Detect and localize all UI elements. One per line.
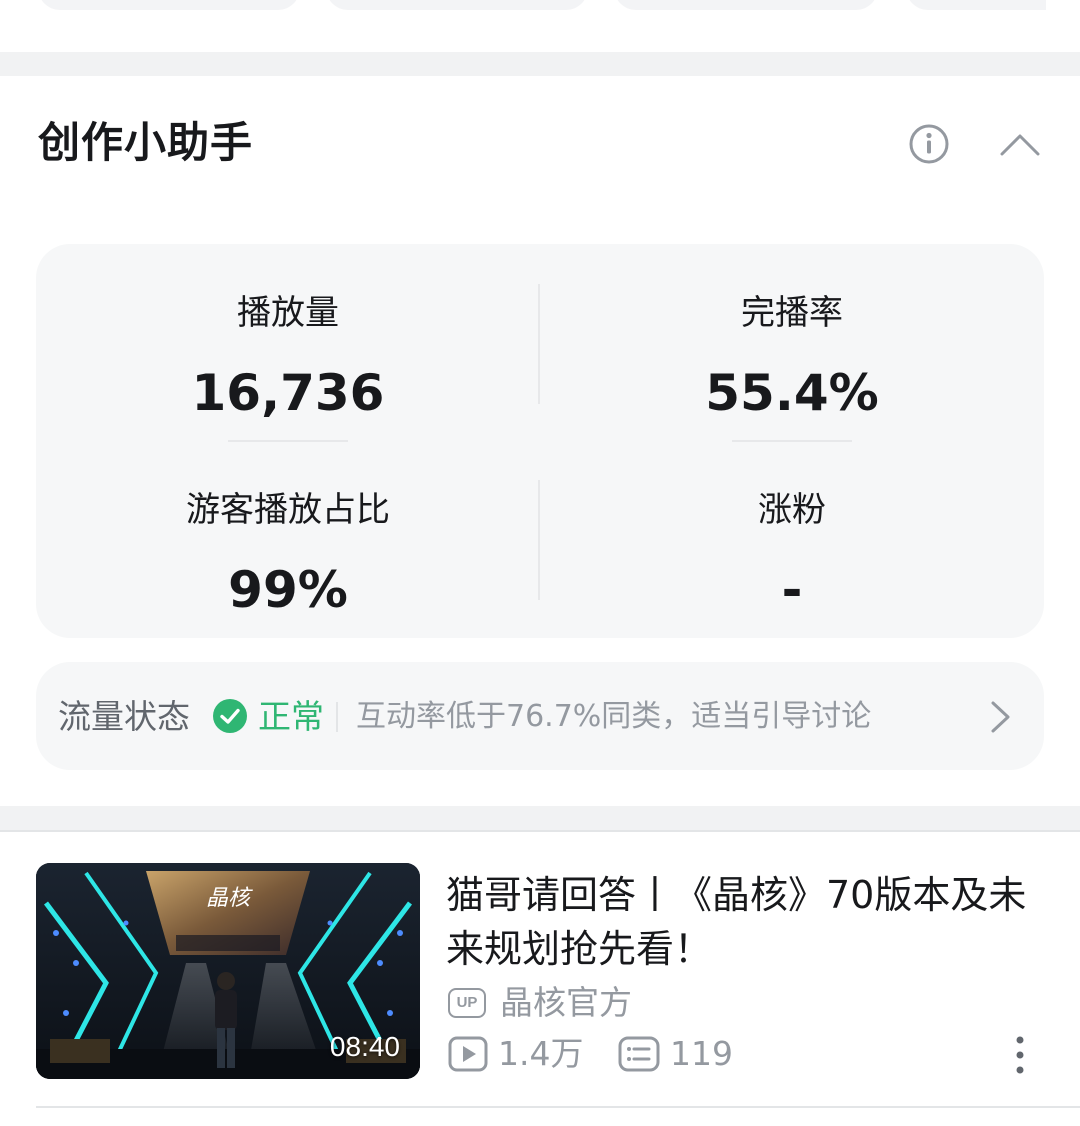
video-duration: 08:40 [329,1031,400,1062]
chip[interactable] [614,0,878,10]
chevron-up-icon[interactable] [998,126,1042,162]
divider [36,1106,1080,1108]
more-vertical-icon[interactable] [1010,1034,1030,1076]
chip[interactable] [906,0,1046,10]
divider [538,284,540,404]
comment-count-icon [618,1036,660,1072]
stat-label: 完播率 [741,293,843,333]
stat-label: 涨粉 [758,490,826,530]
stat-play-count: 播放量 16,736 [36,293,540,423]
comment-count: 119 [670,1034,733,1073]
thumb-logo-text: 晶核 [206,886,253,911]
chevron-right-icon[interactable] [984,698,1016,736]
chip[interactable] [326,0,588,10]
info-circle-icon[interactable] [908,123,950,165]
divider [732,440,852,442]
video-title[interactable]: 猫哥请回答丨《晶核》70版本及未来规划抢先看！ [446,868,1046,976]
stat-label: 播放量 [237,293,339,333]
traffic-label: 流量状态 [58,697,190,736]
stat-guest-ratio: 游客播放占比 99% [36,490,540,620]
divider [538,480,540,600]
up-badge-icon: UP [448,988,486,1018]
play-count: 1.4万 [498,1034,584,1073]
stat-value: - [781,561,803,619]
stat-new-followers: 涨粉 - [540,490,1044,620]
chip[interactable] [38,0,300,10]
divider [0,830,1080,832]
section-gap [0,52,1080,76]
video-thumbnail[interactable]: 晶核 08:40 [36,863,420,1079]
divider [228,440,348,442]
divider [336,702,338,732]
stat-value: 16,736 [191,364,385,422]
traffic-tip: 互动率低于76.7%同类，适当引导讨论 [356,699,872,734]
check-circle-icon [213,699,247,733]
section-gap [0,806,1080,830]
play-count-icon [448,1036,488,1072]
traffic-status: 正常 [258,697,324,736]
stat-value: 99% [228,561,348,619]
top-chip-row [0,0,1080,52]
panel-title: 创作小助手 [38,118,254,167]
stat-label: 游客播放占比 [186,490,390,530]
author-name[interactable]: 晶核官方 [500,982,632,1024]
stat-completion-rate: 完播率 55.4% [540,293,1044,423]
stat-value: 55.4% [705,364,879,422]
